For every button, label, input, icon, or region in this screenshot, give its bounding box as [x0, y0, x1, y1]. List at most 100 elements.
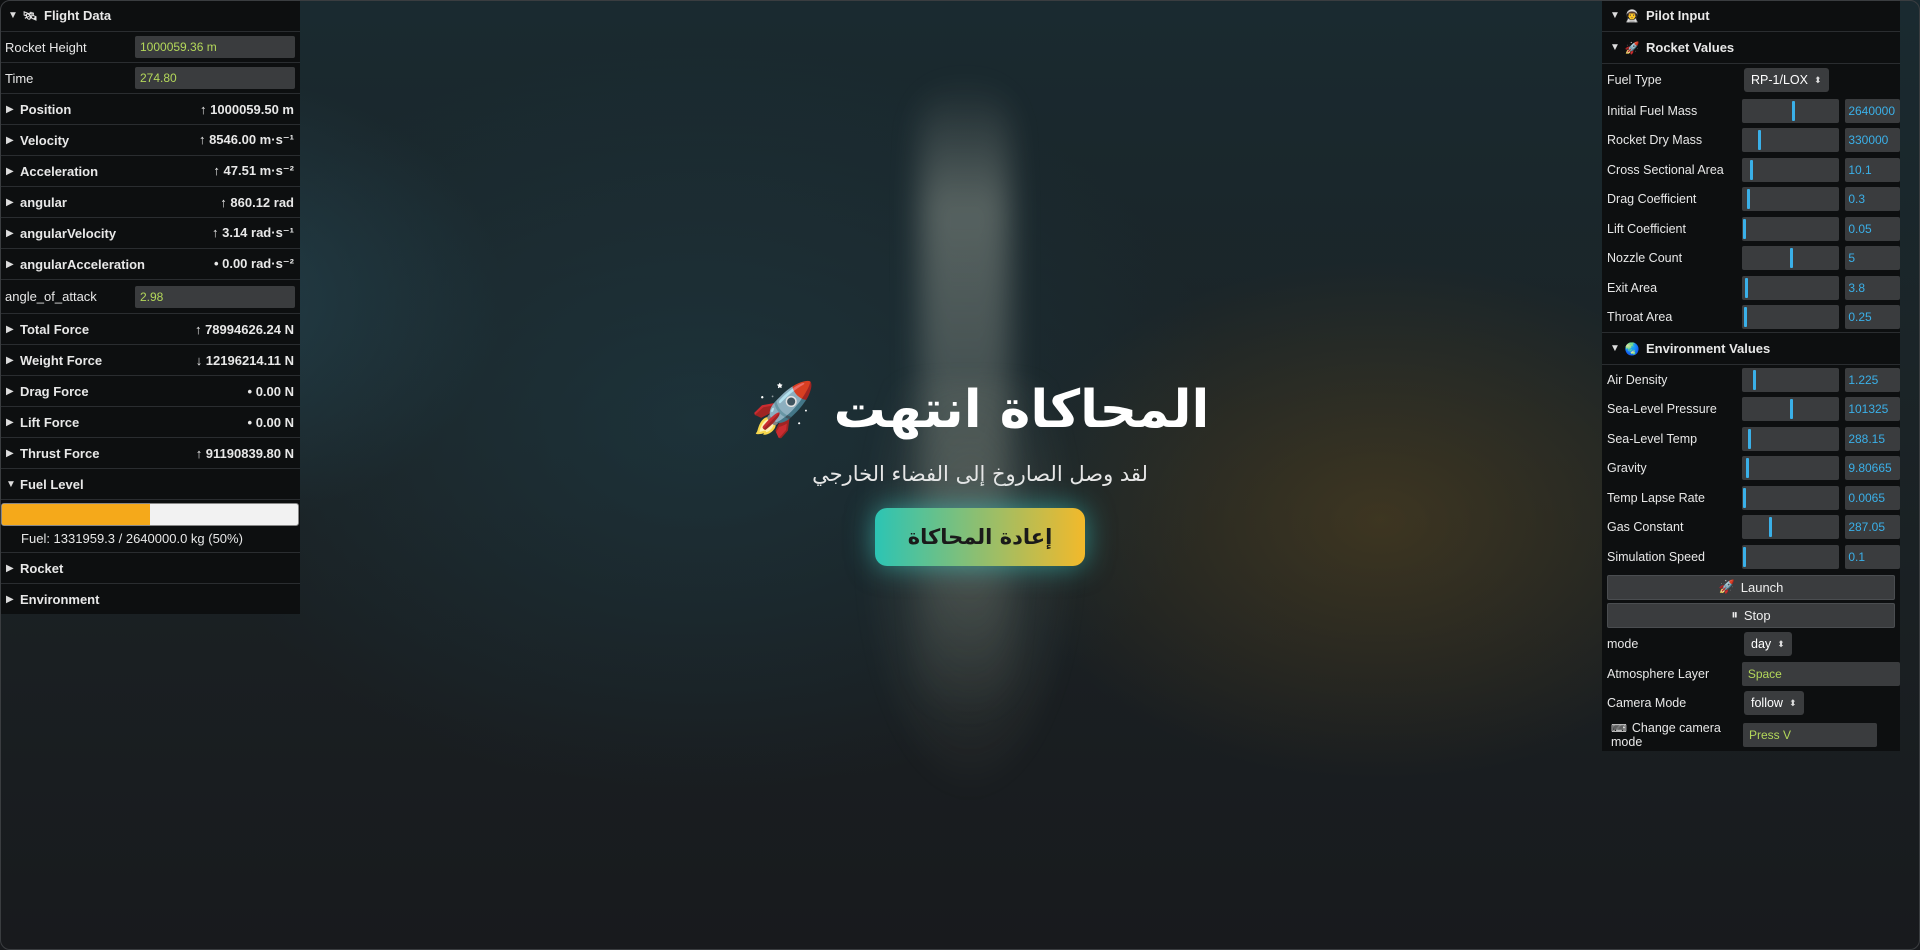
- air-density-label: Air Density: [1607, 372, 1668, 387]
- rocket-height-value[interactable]: 1000059.36 m: [135, 36, 295, 58]
- slider-thumb[interactable]: [1742, 487, 1746, 508]
- sea-level-pressure-slider[interactable]: [1741, 397, 1840, 422]
- acceleration-group[interactable]: ▶ Acceleration ↑ 47.51 m·s⁻²: [0, 156, 300, 187]
- change-camera-label: ⌨ Change camera mode: [1607, 721, 1741, 749]
- slider-thumb[interactable]: [1745, 458, 1749, 479]
- throat-area-label: Throat Area: [1607, 310, 1673, 325]
- chevron-down-icon: ▼: [1610, 343, 1620, 354]
- angular-acceleration-group[interactable]: ▶ angularAcceleration • 0.00 rad·s⁻²: [0, 249, 300, 280]
- slider-thumb[interactable]: [1790, 248, 1794, 269]
- sea-level-temp-slider[interactable]: [1741, 426, 1840, 451]
- air-density-input[interactable]: 1.225: [1845, 367, 1900, 392]
- environment-values-header[interactable]: ▼ 🌏 Environment Values: [1602, 332, 1900, 365]
- group-name: Lift Force: [20, 414, 80, 430]
- time-value[interactable]: 274.80: [135, 67, 295, 89]
- cross-sectional-area-input[interactable]: 10.1: [1845, 157, 1900, 182]
- angular-group[interactable]: ▶ angular ↑ 860.12 rad: [0, 187, 300, 218]
- exit-area-slider[interactable]: [1741, 275, 1840, 300]
- flight-data-header[interactable]: ▼ 🛰 Flight Data: [0, 0, 300, 32]
- lift-coefficient-label: Lift Coefficient: [1607, 221, 1686, 236]
- total-force-group[interactable]: ▶ Total Force ↑ 78994626.24 N: [0, 314, 300, 345]
- rocket-dry-mass-row: Rocket Dry Mass 330000: [1602, 126, 1900, 156]
- slider-thumb[interactable]: [1744, 277, 1748, 298]
- group-value: ↑ 91190839.80 N: [195, 445, 294, 461]
- slider-thumb[interactable]: [1743, 307, 1747, 328]
- group-value: • 0.00 N: [247, 383, 294, 399]
- exit-area-input[interactable]: 3.8: [1845, 275, 1900, 300]
- chevron-right-icon: ▶: [6, 416, 14, 428]
- throat-area-input[interactable]: 0.25: [1845, 305, 1900, 330]
- mode-label: mode: [1607, 637, 1639, 652]
- fuel-type-select[interactable]: RP-1/LOX ⬍: [1744, 68, 1829, 92]
- mode-row: mode day ⬍: [1602, 630, 1900, 660]
- time-row: Time 274.80: [0, 63, 300, 94]
- temp-lapse-rate-slider[interactable]: [1741, 485, 1840, 510]
- fuel-type-label: Fuel Type: [1607, 73, 1662, 87]
- temp-lapse-rate-input[interactable]: 0.0065: [1845, 485, 1900, 510]
- fuel-type-row: Fuel Type RP-1/LOX ⬍: [1602, 64, 1900, 96]
- gas-constant-input[interactable]: 287.05: [1845, 515, 1900, 540]
- drag-force-group[interactable]: ▶ Drag Force • 0.00 N: [0, 376, 300, 407]
- throat-area-slider[interactable]: [1741, 305, 1840, 330]
- gravity-slider[interactable]: [1741, 456, 1840, 481]
- sea-level-temp-input[interactable]: 288.15: [1845, 426, 1900, 451]
- stop-button[interactable]: ⏸ Stop: [1607, 602, 1895, 628]
- change-camera-row: ⌨ Change camera mode Press V: [1602, 718, 1900, 751]
- lift-force-group[interactable]: ▶ Lift Force • 0.00 N: [0, 407, 300, 438]
- rocket-values-header[interactable]: ▼ 🚀 Rocket Values: [1602, 32, 1900, 64]
- cross-sectional-area-slider[interactable]: [1741, 157, 1840, 182]
- initial-fuel-mass-slider[interactable]: [1741, 98, 1840, 123]
- environment-group[interactable]: ▶ Environment: [0, 584, 300, 614]
- rocket-dry-mass-input[interactable]: 330000: [1845, 128, 1900, 153]
- slider-thumb[interactable]: [1742, 546, 1746, 567]
- slider-thumb[interactable]: [1792, 100, 1796, 121]
- slider-thumb[interactable]: [1742, 218, 1746, 239]
- nozzle-count-slider[interactable]: [1741, 246, 1840, 271]
- velocity-group[interactable]: ▶ Velocity ↑ 8546.00 m·s⁻¹: [0, 125, 300, 156]
- camera-mode-value: follow: [1751, 696, 1783, 711]
- pause-icon: ⏸: [1731, 607, 1738, 622]
- restart-simulation-button[interactable]: إعادة المحاكاة: [875, 508, 1085, 566]
- thrust-force-group[interactable]: ▶ Thrust Force ↑ 91190839.80 N: [0, 438, 300, 469]
- pilot-input-panel: ▼ 👨‍🚀 Pilot Input ▼ 🚀 Rocket Values Fuel…: [1602, 0, 1900, 751]
- pilot-input-header[interactable]: ▼ 👨‍🚀 Pilot Input: [1602, 0, 1900, 32]
- rocket-group[interactable]: ▶ Rocket: [0, 553, 300, 584]
- gas-constant-slider[interactable]: [1741, 515, 1840, 540]
- gravity-label: Gravity: [1607, 461, 1647, 476]
- angle-of-attack-value[interactable]: 2.98: [135, 285, 295, 308]
- position-group[interactable]: ▶ Position ↑ 1000059.50 m: [0, 94, 300, 125]
- initial-fuel-mass-input[interactable]: 2640000: [1845, 98, 1900, 123]
- fuel-text: Fuel: 1331959.3 / 2640000.0 kg (50%): [0, 526, 300, 553]
- sea-level-pressure-input[interactable]: 101325: [1845, 397, 1900, 422]
- slider-thumb[interactable]: [1790, 399, 1794, 420]
- slider-thumb[interactable]: [1746, 189, 1750, 210]
- drag-coefficient-row: Drag Coefficient 0.3: [1602, 185, 1900, 215]
- gravity-input[interactable]: 9.80665: [1845, 456, 1900, 481]
- nozzle-count-input[interactable]: 5: [1845, 246, 1900, 271]
- group-name: Velocity: [20, 132, 70, 148]
- mode-select[interactable]: day ⬍: [1744, 632, 1792, 657]
- slider-thumb[interactable]: [1758, 130, 1762, 151]
- air-density-slider[interactable]: [1741, 367, 1840, 392]
- angular-velocity-group[interactable]: ▶ angularVelocity ↑ 3.14 rad·s⁻¹: [0, 218, 300, 249]
- rocket-height-row: Rocket Height 1000059.36 m: [0, 32, 300, 63]
- launch-button[interactable]: 🚀 Launch: [1607, 574, 1895, 600]
- chevron-down-icon: ▼: [8, 10, 18, 21]
- lift-coefficient-input[interactable]: 0.05: [1845, 216, 1900, 241]
- slider-thumb[interactable]: [1768, 517, 1772, 538]
- rocket-dry-mass-slider[interactable]: [1741, 128, 1840, 153]
- slider-thumb[interactable]: [1753, 369, 1757, 390]
- simulation-speed-row: Simulation Speed 0.1: [1602, 542, 1900, 572]
- drag-coefficient-slider[interactable]: [1741, 187, 1840, 212]
- lift-coefficient-slider[interactable]: [1741, 216, 1840, 241]
- slider-thumb[interactable]: [1749, 159, 1753, 180]
- keyboard-icon: ⌨: [1611, 722, 1627, 735]
- camera-mode-select[interactable]: follow ⬍: [1744, 691, 1804, 716]
- temp-lapse-rate-row: Temp Lapse Rate 0.0065: [1602, 483, 1900, 513]
- fuel-level-group[interactable]: ▼ Fuel Level: [0, 469, 300, 500]
- simulation-speed-slider[interactable]: [1741, 544, 1840, 569]
- weight-force-group[interactable]: ▶ Weight Force ↓ 12196214.11 N: [0, 345, 300, 376]
- drag-coefficient-input[interactable]: 0.3: [1845, 187, 1900, 212]
- simulation-speed-input[interactable]: 0.1: [1845, 544, 1900, 569]
- slider-thumb[interactable]: [1747, 428, 1751, 449]
